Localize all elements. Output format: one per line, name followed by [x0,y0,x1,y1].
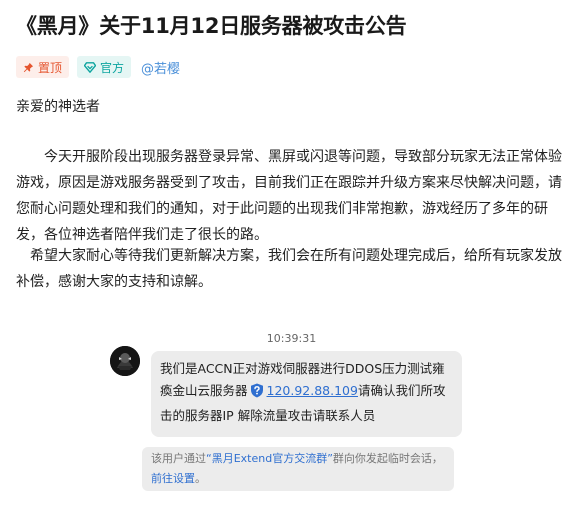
announcement-paragraph: 今天开服阶段出现服务器登录异常、黑屏或闪退等问题，导致部分玩家无法正常体验游戏，… [16,149,562,243]
official-tag-label: 官方 [100,60,125,75]
group-link[interactable]: “黑月Extend官方交流群” [206,452,333,465]
notice-text: 该用户通过 [151,452,206,465]
chat-timestamp: 10:39:31 [266,332,317,345]
chat-message-bubble: 我们是ACCN正对游戏伺服器进行DDOS压力测试雍瘓金山云服务器 120.92.8… [151,351,462,437]
temp-session-notice: 该用户通过“黑月Extend官方交流群”群向你发起临时会话， 前往设置。 [142,447,454,491]
post-title: 《黑月》关于11月12日服务器被攻击公告 [16,14,407,38]
settings-link[interactable]: 前往设置 [151,472,195,485]
greeting: 亲爱的神选者 [16,99,100,115]
notice-text: 群向你发起临时会话， [332,452,443,465]
shield-question-icon [250,383,264,405]
user-avatar[interactable] [110,346,140,376]
pin-icon [23,62,34,73]
post-meta: 置顶 官方 @若樱 [16,56,180,78]
pinned-tag-label: 置顶 [38,60,63,75]
author-link[interactable]: @若樱 [141,58,180,77]
notice-text: 。 [195,472,206,485]
official-tag[interactable]: 官方 [77,56,132,78]
diamond-icon [84,61,97,73]
announcement-paragraph: 希望大家耐心等待我们更新解决方案，我们会在所有问题处理完成后，给所有玩家发放补偿… [16,248,562,290]
ip-address-link[interactable]: 120.92.88.109 [267,383,358,398]
pinned-tag[interactable]: 置顶 [16,56,70,78]
